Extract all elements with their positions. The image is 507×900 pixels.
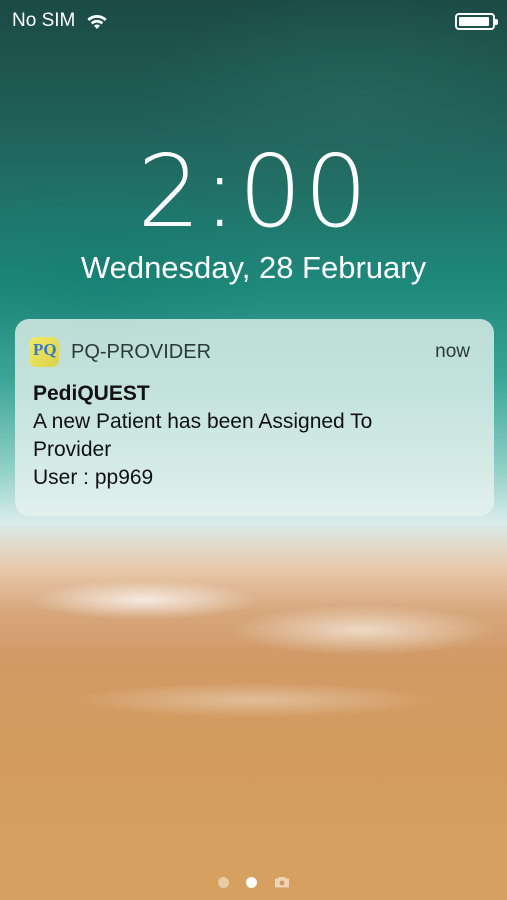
- app-icon-glyph: PQ: [33, 340, 57, 359]
- page-indicator: [0, 876, 507, 888]
- carrier-group: No SIM: [12, 10, 109, 32]
- notification-header: PQ PQ-PROVIDER now: [29, 337, 470, 367]
- notification-title: PediQUEST: [33, 382, 150, 405]
- notification-message-line: A new Patient has been Assigned To: [33, 410, 373, 433]
- wifi-icon: [87, 14, 107, 29]
- wallpaper-wave-foam: [0, 520, 507, 720]
- page-dot-active[interactable]: [245, 876, 257, 888]
- battery-icon: [455, 12, 498, 30]
- status-bar: No SIM: [12, 8, 498, 34]
- notification-message-line: User : pp969: [33, 466, 154, 489]
- camera-icon[interactable]: [274, 876, 290, 888]
- notification-message: A new Patient has been Assigned To Provi…: [33, 408, 474, 492]
- push-notification-card[interactable]: PQ PQ-PROVIDER now PediQUEST A new Patie…: [15, 319, 494, 516]
- lock-screen-date: Wednesday, 28 February: [80, 250, 427, 285]
- battery-level: [459, 16, 489, 26]
- carrier-label: No SIM: [12, 10, 76, 31]
- notification-app-info: PQ PQ-PROVIDER: [29, 337, 211, 367]
- lock-screen-time: 2:00: [137, 133, 370, 250]
- pediquest-app-icon: PQ: [29, 337, 59, 367]
- notification-app-name: PQ-PROVIDER: [71, 340, 212, 363]
- notification-message-line: Provider: [33, 438, 112, 461]
- notification-time: now: [435, 341, 470, 362]
- notification-body: PediQUEST A new Patient has been Assigne…: [33, 382, 474, 492]
- page-dot[interactable]: [217, 876, 229, 888]
